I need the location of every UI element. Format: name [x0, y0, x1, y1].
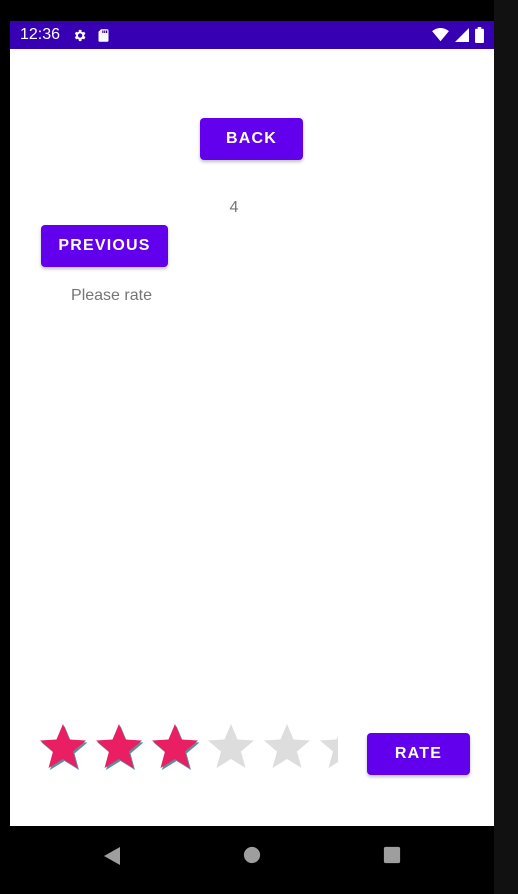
- star-filled-icon[interactable]: [94, 722, 144, 772]
- wifi-icon: [432, 28, 449, 42]
- gear-icon: [74, 29, 86, 41]
- battery-icon: [475, 27, 484, 43]
- device-bezel: [494, 0, 518, 894]
- home-circle-icon[interactable]: [243, 846, 261, 864]
- recents-square-icon[interactable]: [383, 846, 401, 864]
- status-bar: 12:36: [10, 21, 494, 49]
- status-time: 12:36: [20, 26, 61, 43]
- star-filled-icon[interactable]: [38, 722, 88, 772]
- back-triangle-icon[interactable]: [102, 846, 122, 866]
- app-screen: BACK 4 PREVIOUS Please rate RATE: [10, 49, 494, 826]
- rate-button[interactable]: RATE: [367, 733, 470, 775]
- star-rating-bar[interactable]: [38, 722, 338, 774]
- signal-icon: [455, 28, 469, 42]
- back-button[interactable]: BACK: [200, 118, 303, 160]
- rate-prompt-text: Please rate: [71, 287, 152, 304]
- previous-button[interactable]: PREVIOUS: [41, 225, 168, 267]
- sd-card-icon: [98, 28, 109, 42]
- star-empty-icon[interactable]: [262, 722, 312, 772]
- rating-count-text: 4: [229, 199, 239, 216]
- star-empty-icon[interactable]: [318, 722, 338, 772]
- navigation-bar: [10, 826, 494, 894]
- star-filled-icon[interactable]: [150, 722, 200, 772]
- star-empty-icon[interactable]: [206, 722, 256, 772]
